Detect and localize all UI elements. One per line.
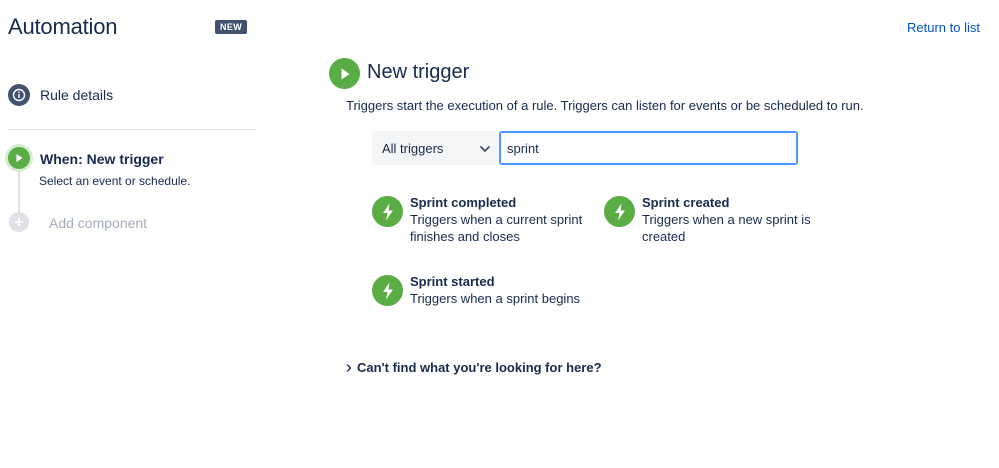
lightning-icon	[604, 196, 635, 227]
app-title: Automation	[8, 14, 118, 39]
trigger-step-subtitle: Select an event or schedule.	[39, 174, 191, 188]
return-to-list-link[interactable]: Return to list	[907, 20, 980, 35]
option-description: Triggers when a sprint begins	[410, 291, 581, 306]
trigger-option-sprint-completed[interactable]: Sprint completed Triggers when a current…	[372, 195, 582, 245]
sidebar-divider	[8, 129, 256, 130]
trigger-option-sprint-started[interactable]: Sprint started Triggers when a sprint be…	[372, 274, 580, 307]
lightning-icon	[372, 275, 403, 306]
plus-icon[interactable]	[9, 212, 29, 232]
option-title: Sprint created	[642, 195, 730, 210]
play-icon[interactable]	[8, 147, 30, 169]
cant-find-label: Can't find what you're looking for here?	[357, 360, 602, 375]
chevron-right-icon	[346, 362, 352, 374]
trigger-step-title[interactable]: When: New trigger	[40, 151, 164, 167]
trigger-type-select-value: All triggers	[382, 140, 444, 156]
sidebar-item-rule-details[interactable]: Rule details	[8, 84, 113, 106]
option-title: Sprint started	[410, 274, 495, 289]
new-badge: NEW	[215, 20, 248, 34]
page-description: Triggers start the execution of a rule. …	[346, 98, 864, 113]
play-icon	[329, 58, 360, 89]
cant-find-expander[interactable]: Can't find what you're looking for here?	[346, 360, 602, 375]
option-description: Triggers when a current sprint	[410, 212, 583, 227]
option-description: finishes and closes	[410, 229, 520, 244]
option-description: created	[642, 229, 686, 244]
rule-details-label: Rule details	[40, 87, 114, 103]
option-description: Triggers when a new sprint is	[642, 212, 811, 227]
page-title: New trigger	[367, 61, 470, 83]
trigger-type-select[interactable]: All triggers	[372, 131, 499, 165]
trigger-search-input[interactable]	[499, 131, 798, 165]
option-title: Sprint completed	[410, 195, 517, 210]
step-connector-line	[18, 170, 20, 212]
info-icon	[8, 84, 30, 106]
chevron-down-icon	[479, 142, 491, 160]
lightning-icon	[372, 196, 403, 227]
add-component-button[interactable]: Add component	[49, 215, 147, 231]
trigger-option-sprint-created[interactable]: Sprint created Triggers when a new sprin…	[604, 195, 811, 245]
